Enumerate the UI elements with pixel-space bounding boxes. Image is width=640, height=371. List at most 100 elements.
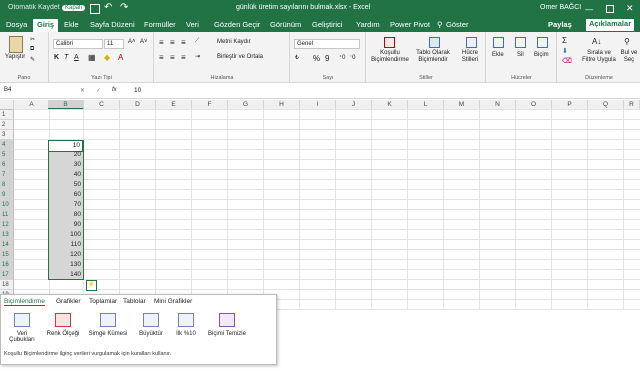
cell-b12[interactable]: 90 — [48, 220, 83, 230]
row-header-9[interactable]: 9 — [0, 190, 14, 200]
fill-color-icon[interactable]: ◆ — [104, 53, 110, 62]
cell-styles-icon[interactable] — [466, 37, 477, 48]
align-bottom-icon[interactable]: ≡ — [181, 38, 186, 47]
qa-color-scale[interactable]: Renk Ölçeği — [45, 313, 81, 337]
merge-center-button[interactable]: Birleştir ve Ortala — [217, 54, 263, 60]
tab-gorunum[interactable]: Görünüm — [270, 20, 301, 29]
sort-filter-button[interactable]: Sırala ve Filtre Uygula — [582, 50, 616, 64]
row-header-3[interactable]: 3 — [0, 130, 14, 140]
qa-tab-charts[interactable]: Grafikler — [56, 298, 81, 305]
qa-data-bars[interactable]: Veri Çubukları — [4, 313, 40, 343]
number-format-select[interactable]: Genel — [294, 39, 360, 49]
align-center-icon[interactable]: ≡ — [170, 53, 175, 62]
cell-b15[interactable]: 120 — [48, 250, 83, 260]
qa-tab-formatting[interactable]: Biçimlendirme — [4, 298, 45, 306]
row-header-16[interactable]: 16 — [0, 260, 14, 270]
cell-b5[interactable]: 20 — [48, 150, 83, 160]
paste-button[interactable]: Yapıştır — [5, 54, 25, 60]
enter-formula-icon[interactable]: ✓ — [96, 87, 101, 94]
cell-b16[interactable]: 130 — [48, 260, 83, 270]
delete-cells-button[interactable]: Sil — [517, 52, 524, 58]
undo-icon[interactable]: ↶ — [104, 2, 112, 13]
qa-top-10[interactable]: İlk %10 — [171, 313, 201, 337]
sort-filter-icon[interactable]: A↓ — [592, 37, 601, 46]
decimal-increase-icon[interactable]: ⁺0 — [339, 54, 346, 61]
row-header-13[interactable]: 13 — [0, 230, 14, 240]
cell-b13[interactable]: 100 — [48, 230, 83, 240]
currency-icon[interactable]: ₺ — [295, 54, 299, 61]
font-size-select[interactable]: 11 — [104, 39, 124, 49]
qa-tab-sparklines[interactable]: Mini Grafikler — [154, 298, 192, 305]
row-header-6[interactable]: 6 — [0, 160, 14, 170]
select-all-corner[interactable] — [0, 100, 14, 110]
autosum-icon[interactable]: Σ — [562, 36, 567, 45]
tab-power-pivot[interactable]: Power Pivot — [390, 20, 430, 29]
tab-gelistirici[interactable]: Geliştirici — [312, 20, 342, 29]
qa-tab-tables[interactable]: Tablolar — [123, 298, 146, 305]
format-painter-icon[interactable]: ✎ — [30, 56, 35, 63]
redo-icon[interactable]: ↷ — [120, 2, 128, 13]
cell-styles-button[interactable]: Hücre Stilleri — [455, 50, 485, 64]
format-cells-icon[interactable] — [537, 37, 548, 48]
row-header-12[interactable]: 12 — [0, 220, 14, 230]
borders-icon[interactable]: ▦ — [88, 53, 96, 62]
cell-b17[interactable]: 140 — [48, 270, 83, 280]
format-as-table-button[interactable]: Tablo Olarak Biçimlendir — [413, 50, 453, 64]
row-header-15[interactable]: 15 — [0, 250, 14, 260]
find-select-button[interactable]: Bul ve Seç — [618, 50, 640, 64]
row-header-7[interactable]: 7 — [0, 170, 14, 180]
delete-cells-icon[interactable] — [515, 37, 526, 48]
restore-icon[interactable] — [606, 5, 614, 13]
indent-icon[interactable]: ⇥ — [195, 53, 200, 60]
row-header-5[interactable]: 5 — [0, 150, 14, 160]
row-header-8[interactable]: 8 — [0, 180, 14, 190]
close-icon[interactable]: ✕ — [626, 3, 634, 14]
align-middle-icon[interactable]: ≡ — [170, 38, 175, 47]
underline-button[interactable]: A — [74, 54, 79, 61]
row-header-18[interactable]: 18 — [0, 280, 14, 290]
tab-dosya[interactable]: Dosya — [6, 20, 27, 29]
cut-icon[interactable]: ✂ — [30, 36, 35, 43]
qa-tab-totals[interactable]: Toplamlar — [89, 298, 117, 305]
row-header-4[interactable]: 4 — [0, 140, 14, 150]
row-header-11[interactable]: 11 — [0, 210, 14, 220]
qa-clear-format[interactable]: Biçimi Temizle — [206, 313, 248, 337]
row-header-14[interactable]: 14 — [0, 240, 14, 250]
grow-font-icon[interactable]: A˄ — [128, 39, 136, 45]
format-as-table-icon[interactable] — [429, 37, 440, 48]
align-left-icon[interactable]: ≡ — [159, 53, 164, 62]
fill-icon[interactable]: ⬇ — [562, 47, 568, 55]
cell-b10[interactable]: 70 — [48, 200, 83, 210]
font-name-select[interactable]: Calibri — [53, 39, 103, 49]
bold-button[interactable]: K — [54, 54, 59, 61]
thousands-button[interactable]: 9 — [325, 54, 329, 63]
tab-ekle[interactable]: Ekle — [64, 20, 79, 29]
autosave-toggle[interactable]: Kapalı — [62, 5, 86, 11]
shrink-font-icon[interactable]: A˅ — [140, 39, 148, 45]
percent-button[interactable]: % — [313, 54, 320, 63]
tab-sayfa-duzeni[interactable]: Sayfa Düzeni — [90, 20, 135, 29]
format-cells-button[interactable]: Biçim — [534, 52, 549, 58]
tab-formuller[interactable]: Formüller — [144, 20, 176, 29]
find-select-icon[interactable]: ⚲ — [624, 37, 630, 46]
minimize-icon[interactable]: — — [585, 5, 593, 14]
tab-giris[interactable]: Giriş — [33, 19, 59, 33]
formula-input[interactable]: 10 — [134, 87, 141, 94]
cell-b8[interactable]: 50 — [48, 180, 83, 190]
row-header-10[interactable]: 10 — [0, 200, 14, 210]
name-box[interactable]: B4 — [2, 86, 66, 94]
qa-icon-set[interactable]: Simge Kümesi — [88, 313, 128, 337]
row-header-2[interactable]: 2 — [0, 120, 14, 130]
tab-veri[interactable]: Veri — [186, 20, 199, 29]
clear-icon[interactable]: ⌫ — [562, 57, 572, 65]
comments-button[interactable]: Açıklamalar — [586, 19, 635, 31]
align-top-icon[interactable]: ≡ — [159, 38, 164, 47]
insert-cells-button[interactable]: Ekle — [492, 52, 504, 58]
cell-b7[interactable]: 40 — [48, 170, 83, 180]
save-icon[interactable] — [90, 4, 100, 14]
user-name[interactable]: Omer BAĞCI — [540, 4, 581, 11]
font-color-icon[interactable]: A — [118, 53, 123, 62]
row-header-17[interactable]: 17 — [0, 270, 14, 280]
decimal-decrease-icon[interactable]: ⁻0 — [349, 54, 356, 61]
orientation-icon[interactable]: ⟋ — [195, 38, 199, 45]
